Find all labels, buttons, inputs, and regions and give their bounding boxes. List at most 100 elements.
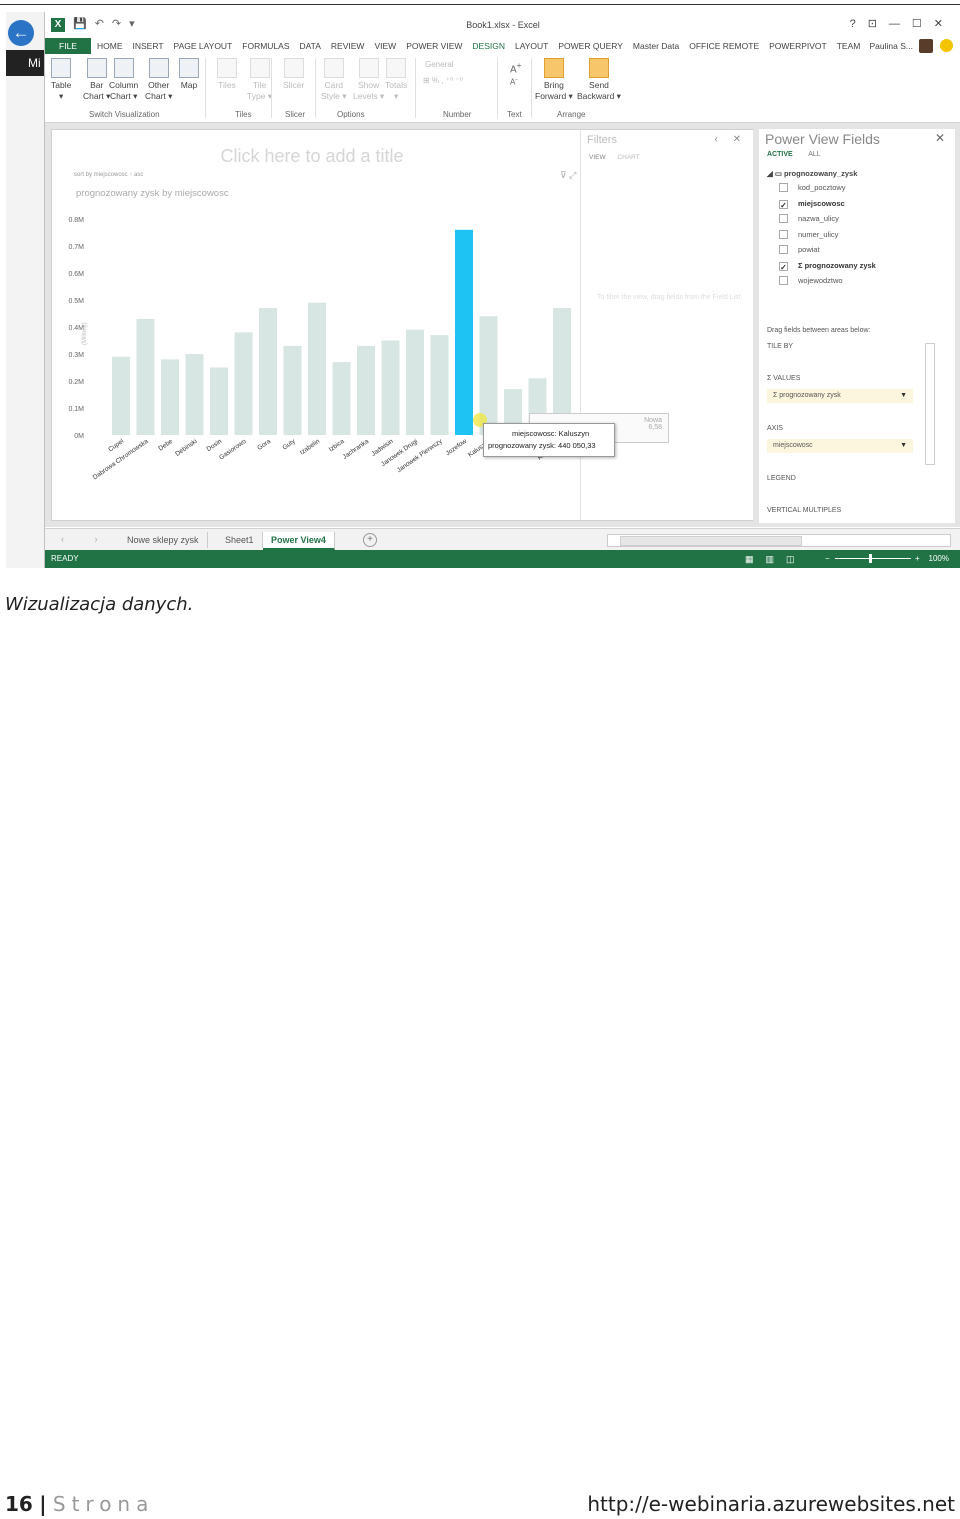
tab-power-query[interactable]: POWER QUERY <box>558 41 623 51</box>
page-top-rule <box>0 4 960 5</box>
font-grow-icon[interactable]: A+ <box>510 60 522 75</box>
sheet-nav-arrows[interactable]: ‹ › <box>61 534 112 544</box>
field-prognozowany-zysk[interactable]: ✓ Σ prognozowany zysk <box>779 261 876 272</box>
ribbon-button-bring[interactable]: Bring Forward ▾ <box>535 58 573 102</box>
filters-pane: Filters ‹ ✕ VIEW CHART To filter the vie… <box>580 130 753 520</box>
tab-data[interactable]: DATA <box>300 41 321 51</box>
field-kod_pocztowy[interactable]: kod_pocztowy <box>779 183 846 192</box>
tab-powerpivot[interactable]: POWERPIVOT <box>769 41 827 51</box>
number-format-box[interactable]: General <box>425 60 453 69</box>
axis-well[interactable]: miejscowosc ▼ <box>767 439 913 453</box>
fields-tabs: ACTIVE ALL <box>767 151 835 158</box>
field-numer_ulicy[interactable]: numer_ulicy <box>779 229 838 239</box>
tab-team[interactable]: TEAM <box>837 41 861 51</box>
close-icon[interactable]: ✕ <box>935 131 945 145</box>
window-controls[interactable]: ?⊡—☐✕ <box>850 17 955 30</box>
scrollbar-thumb[interactable] <box>620 536 802 546</box>
ribbon-group-label: Switch Visualization <box>89 110 160 119</box>
ribbon-group-label: Number <box>443 110 472 119</box>
ribbon-button-table[interactable]: Table ▾ <box>51 58 71 102</box>
ribbon-button-tile[interactable]: Tile Type ▾ <box>247 58 272 102</box>
fields-tab-all[interactable]: ALL <box>808 151 820 158</box>
ribbon-button-send[interactable]: Send Backward ▾ <box>577 58 621 102</box>
window-control-4[interactable]: ✕ <box>934 18 955 30</box>
tab-design[interactable]: DESIGN <box>472 41 505 51</box>
tab-layout[interactable]: LAYOUT <box>515 41 548 51</box>
sheet-tab-sheet1[interactable]: Sheet1 <box>217 532 263 548</box>
dropdown-arrow-icon[interactable]: ▼ <box>900 439 907 453</box>
power-view-canvas: Click here to add a title sort by miejsc… <box>51 129 753 521</box>
fields-tab-active[interactable]: ACTIVE <box>767 151 793 158</box>
dropdown-arrow-icon[interactable]: ▼ <box>900 389 907 403</box>
field-checkbox[interactable] <box>779 245 788 254</box>
field-wojewodztwo[interactable]: wojewodztwo <box>779 276 843 285</box>
back-arrow-icon[interactable]: ← <box>8 20 34 46</box>
zoom-level[interactable]: 100% <box>929 550 949 568</box>
field-checkbox[interactable] <box>779 229 788 239</box>
window-control-0[interactable]: ? <box>850 18 868 30</box>
filters-tab-chart[interactable]: CHART <box>617 154 639 161</box>
chart-filter-icon[interactable]: ⊽ ⤢ <box>560 170 576 181</box>
tab-review[interactable]: REVIEW <box>331 41 365 51</box>
column-chart[interactable]: 0M0.1M0.2M0.3M0.4M0.5M0.6M0.7M0.8M(Milio… <box>52 200 580 510</box>
field-checkbox[interactable]: ✓ <box>779 261 788 272</box>
globe-icon <box>179 58 199 78</box>
tab-power-view[interactable]: POWER VIEW <box>406 41 462 51</box>
tab-insert[interactable]: INSERT <box>133 41 164 51</box>
zoom-in-icon[interactable]: + <box>915 550 920 568</box>
filters-tab-view[interactable]: VIEW <box>589 154 606 161</box>
host-app-tab[interactable]: Mi <box>6 50 44 76</box>
values-well[interactable]: Σ prognozowany zysk ▼ <box>767 389 913 403</box>
ribbon-button-other[interactable]: Other Chart ▾ <box>145 58 172 102</box>
tab-formulas[interactable]: FORMULAS <box>242 41 289 51</box>
user-name[interactable]: Paulina S... <box>870 38 913 54</box>
field-checkbox[interactable] <box>779 214 788 223</box>
tab-file[interactable]: FILE <box>45 38 91 54</box>
field-checkbox[interactable] <box>779 183 788 192</box>
ribbon-button-card[interactable]: Card Style ▾ <box>321 58 347 102</box>
add-sheet-icon[interactable]: + <box>363 533 377 547</box>
ribbon-button-tiles[interactable]: Tiles <box>217 58 237 91</box>
ribbon-button-map[interactable]: Map <box>179 58 199 91</box>
tab-page-layout[interactable]: PAGE LAYOUT <box>174 41 233 51</box>
filters-pane-controls[interactable]: ‹ ✕ <box>715 134 748 145</box>
fields-scrollbar[interactable] <box>925 343 935 465</box>
ribbon-button-totals[interactable]: Totals ▾ <box>385 58 407 102</box>
feedback-smiley-icon[interactable] <box>940 39 953 52</box>
slicer-icon <box>283 58 304 78</box>
horizontal-scrollbar[interactable] <box>607 534 951 547</box>
field-table-node[interactable]: ◢ ▭ prognozowany_zysk <box>767 169 857 178</box>
canvas-title-placeholder[interactable]: Click here to add a title <box>52 146 572 167</box>
footer-url[interactable]: http://e-webinaria.azurewebsites.net <box>587 1492 955 1516</box>
field-checkbox[interactable] <box>779 276 788 285</box>
screenshot-frame: ← Mi X 💾↶↷▾ Book1.xlsx - Excel ?⊡—☐✕ FIL… <box>6 12 960 568</box>
view-mode-icons[interactable]: ▦▥◫ <box>745 550 807 568</box>
x-tick-label: Dosin <box>206 438 224 453</box>
ribbon-group-label: Text <box>507 110 522 119</box>
field-checkbox[interactable]: ✓ <box>779 199 788 210</box>
avatar[interactable] <box>919 39 933 53</box>
ribbon-button-slicer[interactable]: Slicer <box>283 58 304 91</box>
power-view-fields-pane: Power View Fields ✕ ACTIVE ALL ◢ ▭ progn… <box>759 129 955 523</box>
font-shrink-icon[interactable]: A- <box>510 76 518 87</box>
window-control-1[interactable]: ⊡ <box>868 18 889 30</box>
zoom-slider[interactable] <box>835 558 911 559</box>
zoom-out-icon[interactable]: − <box>825 550 830 568</box>
field-powiat[interactable]: powiat <box>779 245 820 254</box>
zoom-slider-thumb[interactable] <box>869 554 872 563</box>
window-control-3[interactable]: ☐ <box>912 18 934 30</box>
ribbon-button-label: Other <box>148 80 170 90</box>
ribbon-button-show[interactable]: Show Levels ▾ <box>353 58 384 102</box>
ribbon-button-bar[interactable]: Bar Chart ▾ <box>83 58 110 102</box>
sheet-tab-nowe-sklepy-zysk[interactable]: Nowe sklepy zysk <box>119 532 208 548</box>
ribbon-button-column[interactable]: Column Chart ▾ <box>109 58 138 102</box>
field-miejscowosc[interactable]: ✓ miejscowosc <box>779 199 845 210</box>
tab-home[interactable]: HOME <box>97 41 123 51</box>
window-control-2[interactable]: — <box>889 18 912 30</box>
sort-by-label[interactable]: sort by miejscowosc ↑ asc <box>74 172 143 178</box>
tab-office-remote[interactable]: OFFICE REMOTE <box>689 41 759 51</box>
tab-master-data[interactable]: Master Data <box>633 41 679 51</box>
sheet-tab-power-view4[interactable]: Power View4 <box>263 532 335 550</box>
field-nazwa_ulicy[interactable]: nazwa_ulicy <box>779 214 839 223</box>
tab-view[interactable]: VIEW <box>374 41 396 51</box>
